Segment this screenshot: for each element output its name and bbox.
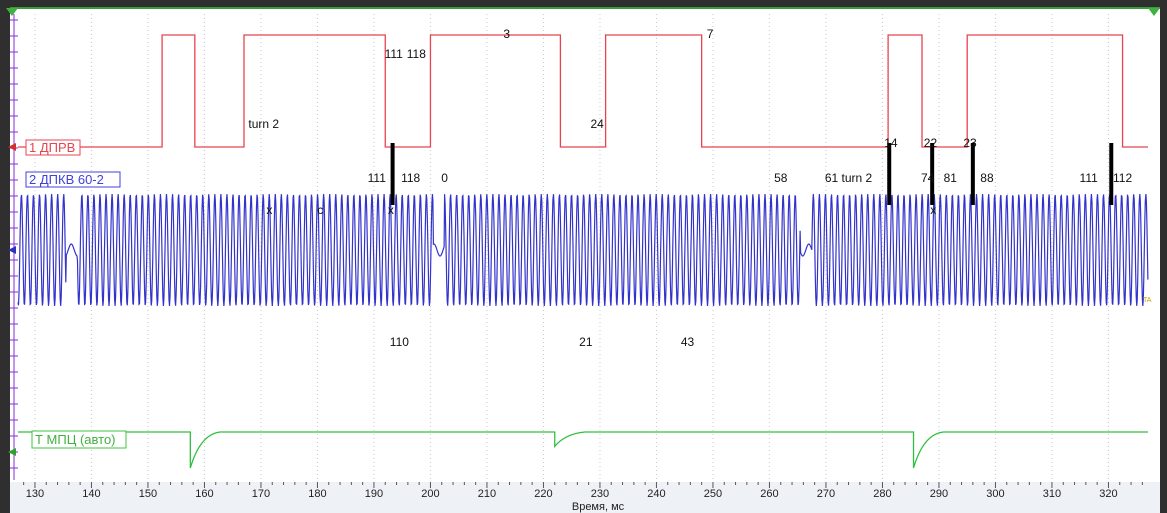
annotation-1: 118 [407,47,426,61]
annotation-17: 111 [1080,171,1099,185]
annotation-12: 58 [774,171,788,185]
annotation-3: 7 [707,27,714,41]
annotation-19: x [266,203,272,217]
x-tick-label-210: 210 [478,488,496,500]
annotation-24: 21 [579,335,593,349]
annotation-11: 23 [963,136,977,150]
trigger-tag: TA [1143,297,1152,304]
annotation-14: 74 [921,171,935,185]
annotation-7: 118 [401,171,420,185]
annotation-5: 24 [590,117,604,131]
x-tick-label-260: 260 [760,488,778,500]
x-tick-label-150: 150 [139,488,157,500]
annotation-23: 110 [390,335,409,349]
ch1-label[interactable]: 1 ДПРВ [25,139,81,156]
ch3-label[interactable]: Т МПЦ (авто) [31,430,127,449]
annotation-13: 61 turn 2 [825,171,873,185]
annotation-4: turn 2 [248,117,279,131]
x-tick-label-180: 180 [308,488,326,500]
annotation-0: 111 [385,47,404,61]
annotation-2: 3 [503,27,510,41]
x-tick-label-320: 320 [1099,488,1117,500]
annotation-8: 0 [441,171,448,185]
x-tick-label-140: 140 [82,488,100,500]
annotation-25: 43 [681,335,695,349]
annotation-18: 112 [1113,171,1132,185]
x-tick-label-130: 130 [26,488,44,500]
x-tick-label-160: 160 [195,488,213,500]
annotation-10: 22 [924,136,938,150]
ch2-label[interactable]: 2 ДПКВ 60-2 [25,171,121,188]
annotation-6: 111 [368,171,387,185]
x-tick-label-290: 290 [930,488,948,500]
annotation-22: x [930,203,936,217]
annotation-21: x [388,203,394,217]
ch2-label-text: 2 ДПКВ 60-2 [29,172,104,187]
x-tick-label-200: 200 [421,488,439,500]
x-tick-label-250: 250 [704,488,722,500]
x-tick-label-240: 240 [647,488,665,500]
x-tick-label-230: 230 [591,488,609,500]
x-tick-label-300: 300 [986,488,1004,500]
x-tick-label-190: 190 [365,488,383,500]
annotation-16: 88 [980,171,994,185]
ch1-label-text: 1 ДПРВ [29,140,75,155]
oscilloscope-chart: 111 1183 7turn 2 24111 118 014 22 2358 61 turn 2… [0,0,1167,513]
annotation-9: 14 [884,136,898,150]
annotation-15: 81 [944,171,958,185]
x-tick-label-310: 310 [1043,488,1061,500]
x-axis-title: Время, мс [572,501,625,513]
x-tick-label-270: 270 [817,488,835,500]
x-tick-label-170: 170 [252,488,270,500]
ch3-label-text: Т МПЦ (авто) [35,432,116,447]
x-tick-label-220: 220 [534,488,552,500]
annotation-20: c [317,203,323,217]
x-tick-label-280: 280 [873,488,891,500]
